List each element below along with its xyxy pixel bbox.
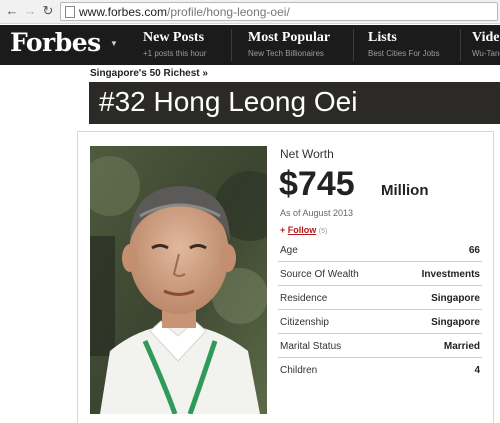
stat-row-children: Children 4 [278, 358, 482, 382]
nav-video[interactable]: Video Wu-Tang [472, 30, 500, 58]
profile-title-bar: #32 Hong Leong Oei [89, 82, 500, 124]
stat-label: Residence [280, 293, 328, 304]
follow-control: + Follow (5) [280, 225, 327, 235]
stat-row-age: Age 66 [278, 238, 482, 262]
stat-row-source-of-wealth: Source Of Wealth Investments [278, 262, 482, 286]
breadcrumb-list-link[interactable]: Singapore's 50 Richest » [90, 68, 208, 79]
plus-icon[interactable]: + [280, 225, 285, 235]
url-path: /profile/hong-leong-oei/ [167, 5, 290, 19]
page-title: #32 Hong Leong Oei [99, 86, 358, 117]
follow-link[interactable]: Follow [288, 225, 317, 235]
net-worth-value: $745 [279, 165, 355, 203]
url-host: www.forbes.com [79, 5, 168, 19]
nav-lists[interactable]: Lists Best Cities For Jobs [368, 30, 440, 58]
nav-subtitle: +1 posts this hour [143, 49, 207, 58]
site-header: Forbes ▼ New Posts +1 posts this hour Mo… [0, 25, 500, 65]
stat-row-citizenship: Citizenship Singapore [278, 310, 482, 334]
nav-subtitle: New Tech Billionaires [248, 49, 324, 58]
stat-value: Singapore [431, 293, 480, 304]
forbes-logo[interactable]: Forbes [10, 28, 101, 57]
profile-photo [90, 146, 267, 414]
forward-arrow-icon[interactable]: → [22, 3, 38, 19]
stat-label: Citizenship [280, 317, 329, 328]
nav-new-posts[interactable]: New Posts +1 posts this hour [143, 30, 206, 58]
stat-label: Source Of Wealth [280, 269, 359, 280]
chevron-down-icon[interactable]: ▼ [110, 39, 118, 48]
stat-row-residence: Residence Singapore [278, 286, 482, 310]
stat-row-marital-status: Marital Status Married [278, 334, 482, 358]
follow-count: (5) [318, 228, 328, 235]
stat-value: Singapore [431, 317, 480, 328]
url-text[interactable]: www.forbes.com/profile/hong-leong-oei/ [79, 5, 290, 19]
nav-title: Video [472, 30, 500, 45]
stat-value: 4 [474, 365, 480, 376]
stat-label: Children [280, 365, 318, 376]
nav-divider [353, 29, 354, 61]
address-bar[interactable]: www.forbes.com/profile/hong-leong-oei/ [60, 2, 498, 21]
net-worth-unit: Million [381, 182, 429, 199]
stat-value: Investments [421, 269, 480, 280]
nav-subtitle: Wu-Tang [472, 49, 500, 58]
nav-title: Most Popular [248, 30, 331, 45]
nav-most-popular[interactable]: Most Popular New Tech Billionaires [248, 30, 330, 58]
stat-label: Age [280, 245, 298, 256]
stat-label: Marital Status [280, 341, 342, 352]
stat-value: Married [443, 341, 480, 352]
net-worth-label: Net Worth [280, 147, 334, 161]
back-arrow-icon[interactable]: ← [4, 3, 20, 19]
page-icon [65, 6, 75, 18]
as-of-date: As of August 2013 [280, 208, 354, 218]
browser-toolbar: ← → ↻ www.forbes.com/profile/hong-leong-… [0, 0, 500, 24]
nav-title: New Posts [143, 30, 205, 45]
reload-icon[interactable]: ↻ [40, 3, 56, 19]
nav-divider [460, 29, 461, 61]
profile-stats-table: Age 66 Source Of Wealth Investments Resi… [278, 238, 482, 382]
stat-value: 66 [468, 245, 480, 256]
nav-title: Lists [368, 30, 397, 45]
nav-divider [231, 29, 232, 61]
nav-subtitle: Best Cities For Jobs [368, 49, 440, 58]
